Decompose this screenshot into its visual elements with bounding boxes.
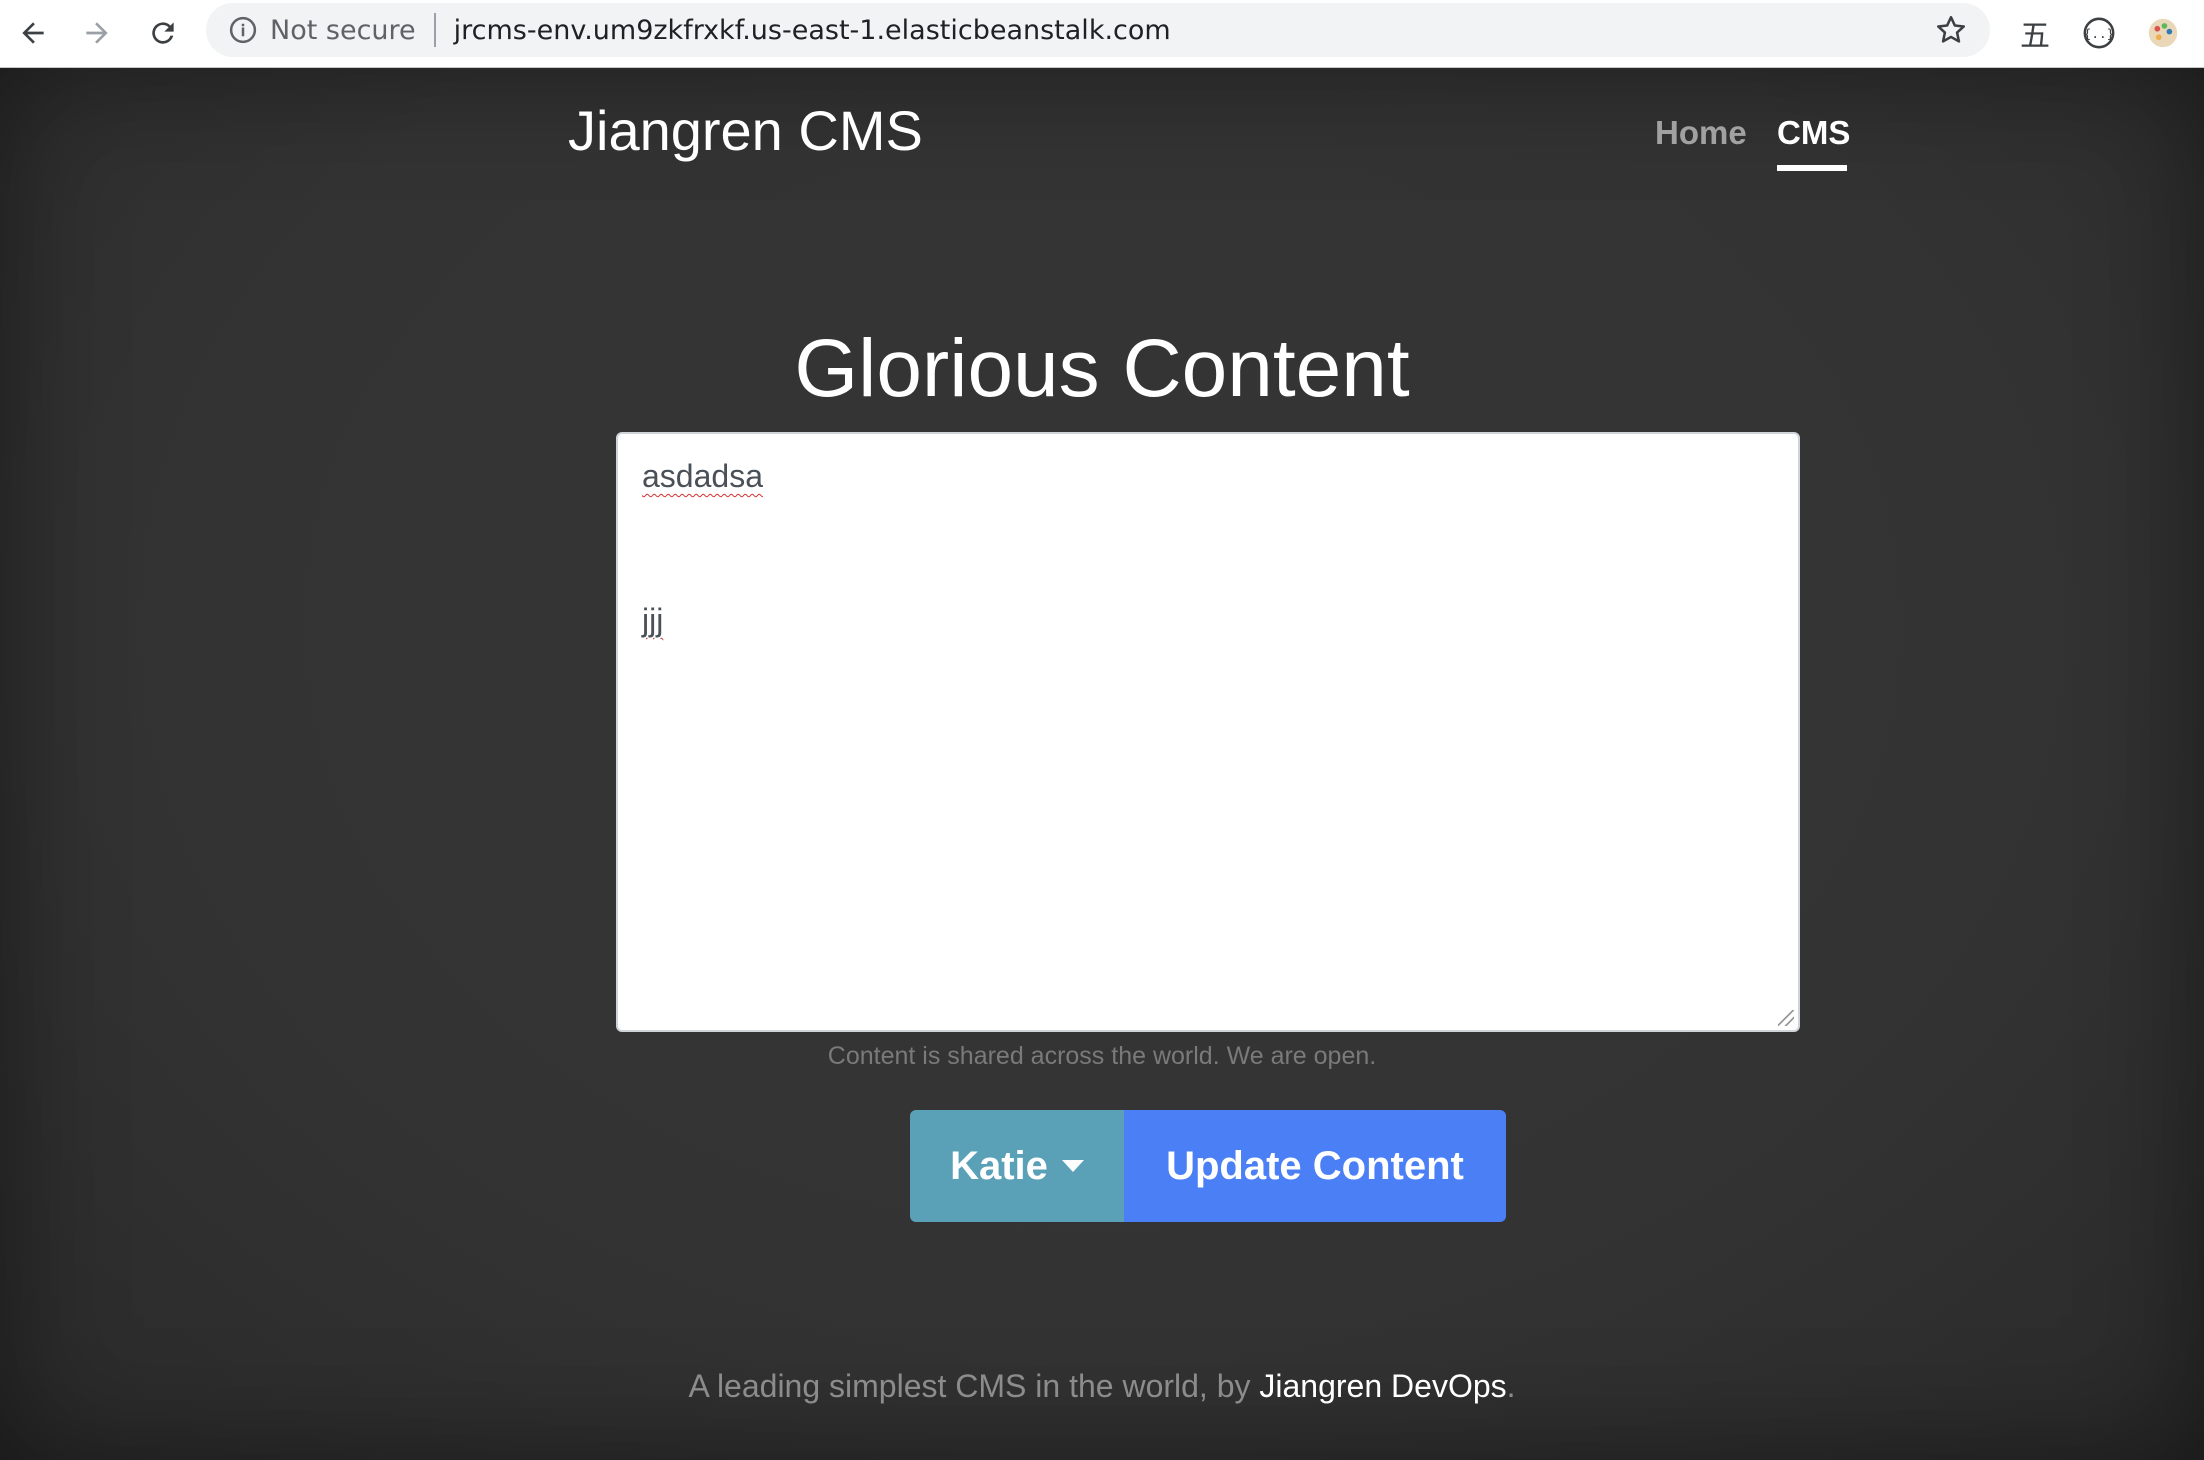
address-bar[interactable]: Not secure jrcms-env.um9zkfrxkf.us-east-… [206, 3, 1990, 57]
footer-author-link[interactable]: Jiangren DevOps [1259, 1368, 1506, 1404]
update-content-button[interactable]: Update Content [1124, 1110, 1506, 1222]
svg-text:{..}: {..} [2084, 27, 2115, 42]
content-line [642, 500, 1774, 548]
address-separator [433, 13, 436, 47]
bookmark-star-icon[interactable] [1934, 13, 1968, 47]
page-body: Jiangren CMS Home CMS Glorious Content a… [0, 68, 2204, 1460]
json-extension-icon[interactable]: {..} [2076, 10, 2122, 56]
active-nav-indicator [1777, 165, 1847, 171]
caret-down-icon [1061, 1160, 1084, 1172]
input-method-char: 五 [2020, 20, 2050, 53]
action-button-group: Katie Update Content [910, 1110, 1506, 1222]
content-line: asdadsa [642, 458, 763, 494]
resize-handle[interactable] [1778, 1010, 1794, 1026]
reload-icon[interactable] [138, 8, 188, 58]
security-label[interactable]: Not secure [270, 15, 416, 46]
palette-extension-icon[interactable] [2140, 10, 2186, 56]
footer-text: A leading simplest CMS in the world, by … [0, 1368, 2204, 1405]
back-arrow-icon[interactable] [8, 8, 58, 58]
footer-prefix: A leading simplest CMS in the world, by [688, 1368, 1260, 1404]
user-dropdown-button[interactable]: Katie [910, 1110, 1124, 1222]
content-textarea[interactable]: asdadsa jjj [616, 432, 1800, 1032]
page-title: Glorious Content [794, 323, 1410, 414]
forward-arrow-icon[interactable] [72, 8, 122, 58]
brand-title[interactable]: Jiangren CMS [568, 98, 923, 163]
user-dropdown-label: Katie [950, 1143, 1048, 1188]
nav-link-home[interactable]: Home [1655, 114, 1747, 152]
url-text[interactable]: jrcms-env.um9zkfrxkf.us-east-1.elasticbe… [454, 15, 1171, 46]
nav-link-cms[interactable]: CMS [1777, 114, 1850, 152]
helper-text: Content is shared across the world. We a… [827, 1042, 1377, 1070]
info-icon[interactable] [228, 15, 258, 45]
browser-toolbar: Not secure jrcms-env.um9zkfrxkf.us-east-… [0, 0, 2204, 68]
content-line: jjj [642, 602, 664, 638]
footer-suffix: . [1506, 1368, 1516, 1404]
input-method-icon[interactable]: 五 [2012, 10, 2058, 56]
